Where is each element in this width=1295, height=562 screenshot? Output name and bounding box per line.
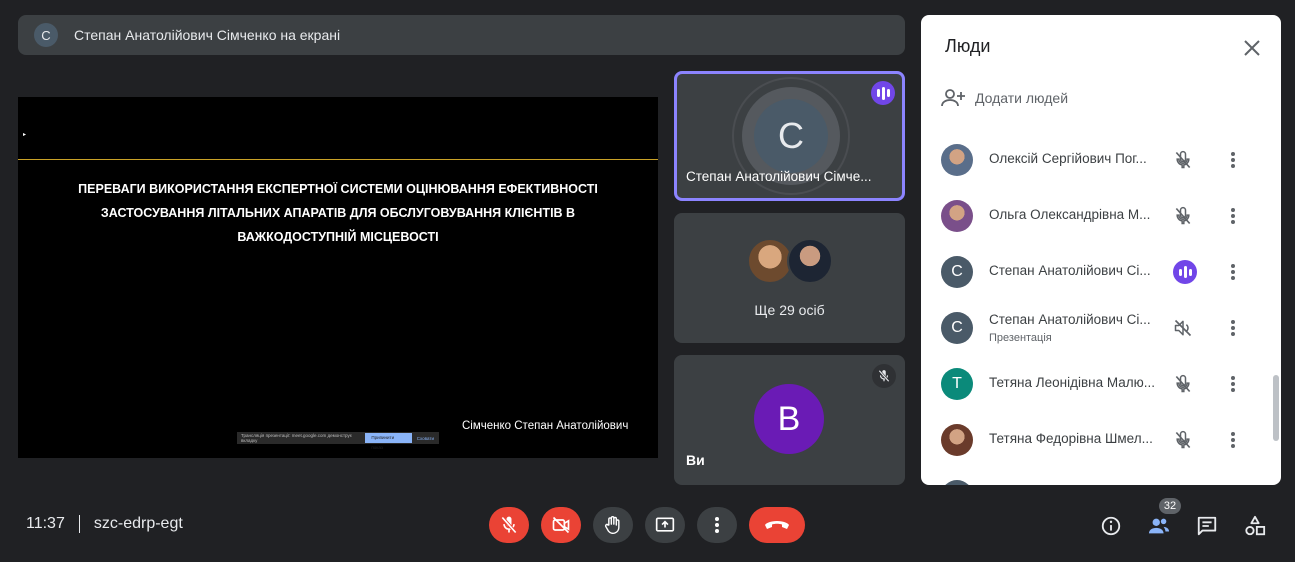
participant-tile-presenter[interactable]: С Степан Анатолійович Сімче... [674, 71, 905, 201]
participant-row[interactable]: Тетяна Федорівна Шмел... [921, 412, 1271, 468]
participant-letter-avatar: Т [941, 368, 973, 400]
meeting-details-button[interactable] [1098, 513, 1124, 539]
participant-name: Ольга Олександрівна М... [989, 207, 1151, 222]
present-screen-button[interactable] [645, 507, 685, 543]
add-people-label: Додати людей [975, 90, 1069, 106]
participant-tile-self[interactable]: B Ви [674, 355, 905, 485]
scrollbar[interactable] [1273, 375, 1279, 441]
participant-row[interactable]: С Степан Анатолійович Сі... Презентація [921, 300, 1271, 356]
avatar: B [754, 384, 824, 454]
stop-sharing-button: Припинити показ [365, 433, 412, 450]
info-icon [1101, 516, 1121, 536]
add-people-button[interactable]: Додати людей [941, 88, 1068, 108]
separator [78, 515, 80, 533]
presenting-banner-text: Степан Анатолійович Сімченко на екрані [74, 27, 341, 43]
mic-off-icon [501, 516, 517, 534]
participant-row[interactable] [921, 468, 1271, 485]
participant-name: Ви [686, 452, 705, 468]
people-panel: Люди Додати людей Олексій Сергійович Пог… [921, 15, 1281, 485]
present-icon [655, 517, 675, 532]
participant-photo-avatar [787, 238, 833, 284]
participants-count-badge: 32 [1159, 498, 1181, 514]
share-notification-bar: Трансляція презентації: meet.google.com … [237, 432, 439, 450]
meeting-code: szc-edrp-egt [93, 515, 183, 532]
more-vert-icon[interactable] [1221, 428, 1245, 452]
call-end-icon [765, 521, 789, 529]
clock-time: 11:37 [26, 515, 65, 532]
presenter-avatar: С [34, 23, 58, 47]
hand-icon [604, 516, 620, 535]
participant-name: Тетяна Федорівна Шмел... [989, 431, 1153, 446]
chat-icon [1197, 516, 1217, 536]
more-vert-icon[interactable] [1221, 260, 1245, 284]
camera-toggle-button[interactable] [541, 507, 581, 543]
more-vert-icon [715, 517, 719, 533]
more-vert-icon[interactable] [1221, 148, 1245, 172]
speaking-indicator-icon [1173, 260, 1197, 284]
cursor-icon: ▸ [23, 132, 27, 138]
mic-toggle-button[interactable] [489, 507, 529, 543]
speaking-indicator-icon [871, 81, 895, 105]
mic-off-icon [872, 364, 896, 388]
screen-share-view[interactable]: ▸ ПЕРЕВАГИ ВИКОРИСТАННЯ ЕКСПЕРТНОЇ СИСТЕ… [18, 97, 658, 458]
participant-name: Степан Анатолійович Сі... [989, 312, 1151, 327]
participant-letter-avatar [941, 480, 973, 485]
participant-name: Олексій Сергійович Пог... [989, 151, 1147, 166]
audio-off-icon [1171, 316, 1195, 340]
meeting-info: 11:37 szc-edrp-egt [26, 515, 183, 533]
mic-off-icon [1171, 372, 1195, 396]
participant-photo-avatar [941, 144, 973, 176]
slide-divider [18, 159, 658, 160]
participant-name: Тетяна Леонідівна Малю... [989, 375, 1156, 390]
shapes-icon [1245, 515, 1266, 536]
slide-title: ПЕРЕВАГИ ВИКОРИСТАННЯ ЕКСПЕРТНОЇ СИСТЕМИ… [78, 182, 598, 244]
participant-row[interactable]: Ольга Олександрівна М... [921, 188, 1271, 244]
more-options-button[interactable] [697, 507, 737, 543]
participant-photo-avatar [941, 200, 973, 232]
participant-row[interactable]: Т Тетяна Леонідівна Малю... [921, 356, 1271, 412]
hide-share-bar-button: Сховати [416, 435, 434, 441]
participant-name: Степан Анатолійович Сімче... [686, 169, 872, 184]
participant-photo-avatar [941, 424, 973, 456]
activities-button[interactable] [1242, 513, 1268, 539]
participant-tile-others[interactable]: Ще 29 осіб [674, 213, 905, 343]
people-icon [1148, 518, 1170, 534]
participant-row[interactable]: С Степан Анатолійович Сі... [921, 244, 1271, 300]
participant-subtitle: Презентація [989, 332, 1052, 344]
close-icon[interactable] [1241, 37, 1263, 59]
more-vert-icon[interactable] [1221, 316, 1245, 340]
presenting-banner: С Степан Анатолійович Сімченко на екрані [18, 15, 905, 55]
avatar: С [754, 99, 828, 173]
add-person-icon [941, 89, 965, 107]
participant-letter-avatar: С [941, 312, 973, 344]
share-bar-text: Трансляція презентації: meet.google.com … [241, 433, 353, 443]
people-button[interactable] [1146, 513, 1172, 539]
mic-off-icon [1171, 148, 1195, 172]
mic-off-icon [1171, 204, 1195, 228]
participant-name: Степан Анатолійович Сі... [989, 263, 1151, 278]
panel-title: Люди [945, 36, 991, 56]
mic-off-icon [1171, 428, 1195, 452]
chat-button[interactable] [1194, 513, 1220, 539]
leave-call-button[interactable] [749, 507, 805, 543]
more-participants-label: Ще 29 осіб [754, 302, 825, 318]
raise-hand-button[interactable] [593, 507, 633, 543]
bottom-toolbar: 11:37 szc-edrp-egt 32 [0, 495, 1295, 562]
participant-letter-avatar: С [941, 256, 973, 288]
slide-author: Сімченко Степан Анатолійович [462, 420, 629, 432]
more-vert-icon[interactable] [1221, 372, 1245, 396]
participant-row[interactable]: Олексій Сергійович Пог... [921, 132, 1271, 188]
more-vert-icon[interactable] [1221, 204, 1245, 228]
camera-off-icon [552, 516, 570, 534]
